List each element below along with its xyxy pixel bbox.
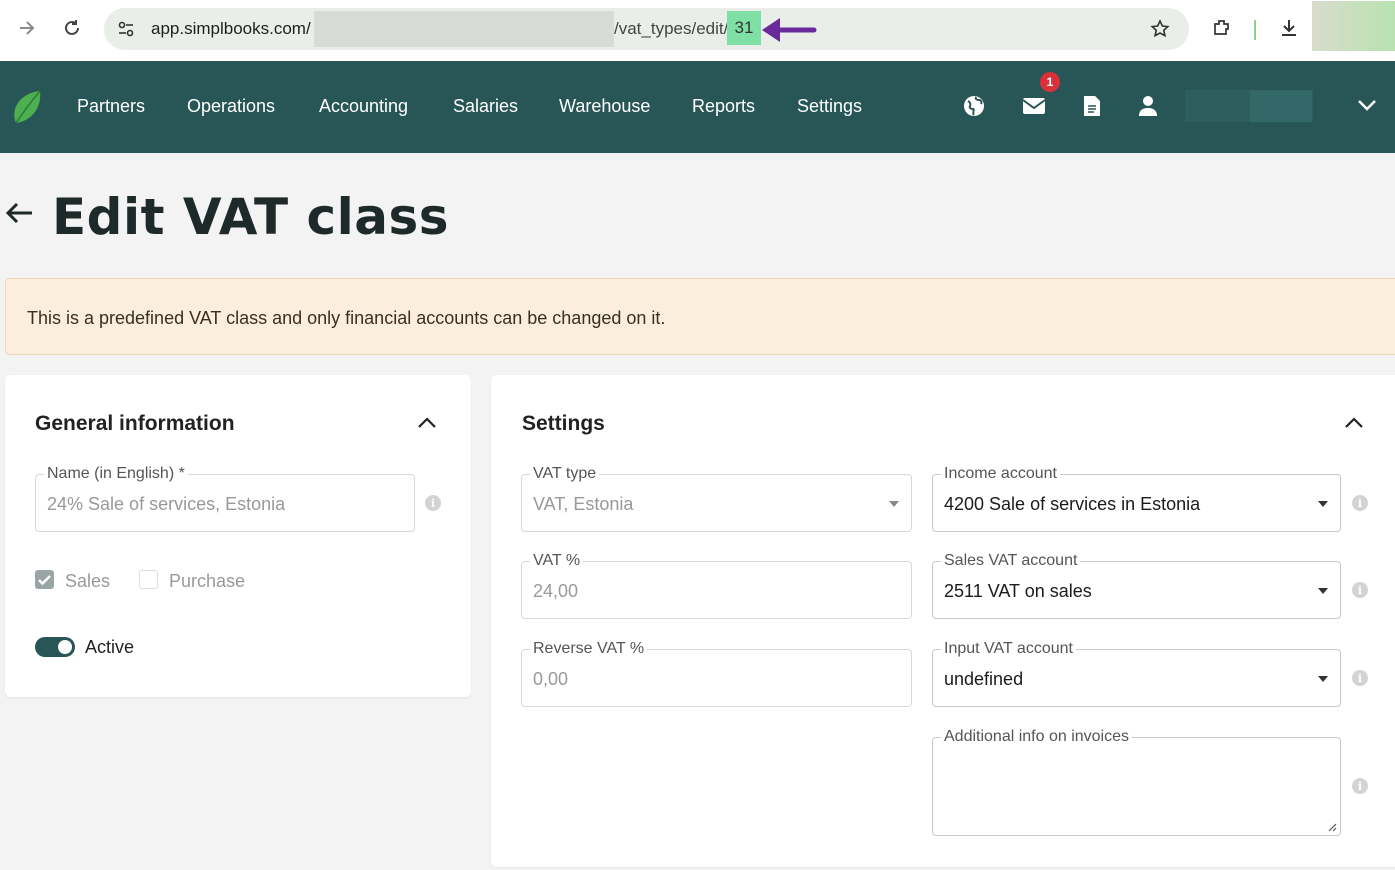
chevron-down-icon[interactable] <box>1356 94 1378 121</box>
general-information-card: General information Name (in English) * … <box>5 375 471 697</box>
annotation-arrow <box>762 18 817 42</box>
income-account-label: Income account <box>941 465 1060 483</box>
address-bar[interactable]: app.simplbooks.com/ /vat_types/edit/ 31 <box>104 8 1189 50</box>
nav-partners[interactable]: Partners <box>77 96 145 117</box>
nav-warehouse[interactable]: Warehouse <box>559 96 650 117</box>
vat-percent-label: VAT % <box>530 552 584 570</box>
name-field[interactable]: Name (in English) * 24% Sale of services… <box>35 465 415 532</box>
url-record-id: 31 <box>727 11 761 45</box>
sales-label: Sales <box>65 571 111 591</box>
active-label: Active <box>85 637 135 657</box>
reverse-vat-percent-field[interactable]: Reverse VAT % 0,00 <box>521 640 912 707</box>
settings-title: Settings <box>522 412 605 435</box>
general-information-title: General information <box>35 412 235 435</box>
nav-accounting[interactable]: Accounting <box>319 96 408 117</box>
app-navbar: Partners Operations Accounting Salaries … <box>0 61 1395 153</box>
mail-icon[interactable] <box>1022 94 1046 118</box>
vat-type-label: VAT type <box>530 465 600 483</box>
profile-avatar[interactable] <box>1312 1 1395 51</box>
sales-vat-account-label: Sales VAT account <box>941 552 1081 570</box>
income-account-value: 4200 Sale of services in Estonia <box>944 494 1201 514</box>
company-name-redacted <box>1250 90 1312 122</box>
nav-salaries[interactable]: Salaries <box>453 96 518 117</box>
income-account-select[interactable]: Income account 4200 Sale of services in … <box>932 465 1341 532</box>
user-icon[interactable] <box>1136 94 1160 118</box>
name-value: 24% Sale of services, Estonia <box>47 494 286 514</box>
resize-grip-icon[interactable] <box>1327 822 1337 832</box>
notification-badge: 1 <box>1040 72 1060 92</box>
info-icon[interactable]: i <box>1352 670 1368 686</box>
page-title: Edit VAT class <box>52 188 450 246</box>
input-vat-account-select[interactable]: Input VAT account undefined <box>932 640 1341 707</box>
simplbooks-logo[interactable] <box>12 89 42 125</box>
vat-percent-value: 24,00 <box>533 581 579 601</box>
active-toggle[interactable] <box>35 637 75 657</box>
info-icon[interactable]: i <box>1352 582 1368 598</box>
settings-card: Settings VAT type VAT, Estonia VAT % 24,… <box>491 375 1395 867</box>
nav-operations[interactable]: Operations <box>187 96 275 117</box>
site-settings-icon[interactable] <box>112 15 140 43</box>
sales-vat-account-select[interactable]: Sales VAT account 2511 VAT on sales <box>932 552 1341 619</box>
alert-text: This is a predefined VAT class and only … <box>27 308 666 328</box>
info-icon[interactable]: i <box>1352 495 1368 511</box>
reverse-vat-value: 0,00 <box>533 669 569 689</box>
vat-type-value: VAT, Estonia <box>533 494 634 514</box>
back-arrow-icon[interactable] <box>4 198 34 228</box>
extensions-icon[interactable] <box>1208 14 1236 42</box>
browser-toolbar: app.simplbooks.com/ /vat_types/edit/ 31 <box>0 0 1395 61</box>
sales-checkbox[interactable] <box>35 570 54 589</box>
additional-info-label: Additional info on invoices <box>941 728 1133 746</box>
toolbar-divider <box>1254 20 1256 40</box>
name-label: Name (in English) * <box>44 465 188 483</box>
nav-settings[interactable]: Settings <box>797 96 862 117</box>
sales-vat-account-value: 2511 VAT on sales <box>944 581 1092 601</box>
additional-info-textarea[interactable]: Additional info on invoices <box>932 728 1341 836</box>
collapse-chevron-icon[interactable] <box>1342 411 1366 435</box>
vat-type-select[interactable]: VAT type VAT, Estonia <box>521 465 912 532</box>
info-icon[interactable]: i <box>1352 778 1368 794</box>
collapse-chevron-icon[interactable] <box>415 411 439 435</box>
purchase-checkbox[interactable] <box>139 570 158 589</box>
dropdown-caret-icon <box>889 501 899 507</box>
nav-reports[interactable]: Reports <box>692 96 755 117</box>
input-vat-account-label: Input VAT account <box>941 640 1076 658</box>
info-icon[interactable]: i <box>425 495 441 511</box>
info-alert: This is a predefined VAT class and only … <box>5 278 1395 355</box>
bookmark-star-icon[interactable] <box>1146 15 1174 43</box>
purchase-label: Purchase <box>169 571 246 591</box>
forward-icon[interactable] <box>13 14 41 42</box>
dropdown-caret-icon <box>1318 676 1328 682</box>
url-path: /vat_types/edit/ <box>614 19 729 38</box>
reverse-vat-label: Reverse VAT % <box>530 640 648 658</box>
url-redacted-segment <box>314 11 614 47</box>
url-host: app.simplbooks.com/ <box>151 19 311 38</box>
download-icon[interactable] <box>1275 14 1303 42</box>
input-vat-account-value: undefined <box>944 669 1024 689</box>
dropdown-caret-icon <box>1318 588 1328 594</box>
globe-icon[interactable] <box>962 94 986 118</box>
reload-icon[interactable] <box>58 14 86 42</box>
vat-percent-field[interactable]: VAT % 24,00 <box>521 552 912 619</box>
dropdown-caret-icon <box>1318 501 1328 507</box>
document-icon[interactable] <box>1080 94 1104 118</box>
toggle-knob <box>58 640 72 654</box>
